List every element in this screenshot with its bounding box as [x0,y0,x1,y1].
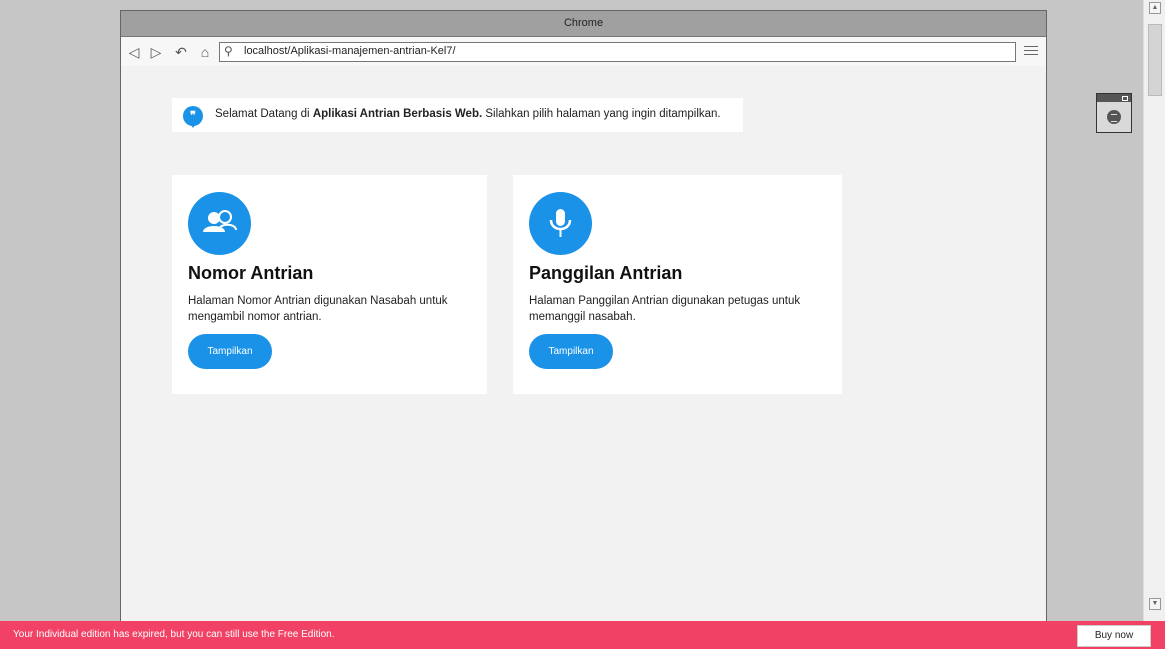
window-widget-icon[interactable] [1096,93,1132,133]
welcome-prefix: Selamat Datang di [215,108,313,120]
home-icon[interactable]: ⌂ [197,44,213,60]
card-description: Halaman Panggilan Antrian digunakan petu… [529,295,801,323]
browser-window: Chrome ◁ ▷ ↶ ⌂ ⚲ localhost/Aplikasi-mana… [120,10,1047,623]
page-content: ❞ Selamat Datang di Aplikasi Antrian Ber… [121,66,1046,622]
buy-now-button[interactable]: Buy now [1077,625,1151,647]
card-title: Nomor Antrian [188,263,314,283]
card-description: Halaman Nomor Antrian digunakan Nasabah … [188,295,448,323]
tampilkan-nomor-button[interactable]: Tampilkan [188,334,272,369]
license-notice-message: Your Individual edition has expired, but… [13,629,335,640]
scroll-up-arrow-icon[interactable]: ▲ [1149,2,1161,14]
license-notice-bar: Your Individual edition has expired, but… [0,621,1165,649]
card-nomor-antrian: Nomor Antrian Halaman Nomor Antrian digu… [172,175,487,394]
quote-icon-tail [189,122,197,128]
reload-icon[interactable]: ↶ [173,44,189,60]
forward-icon[interactable]: ▷ [148,44,164,60]
url-text: localhost/Aplikasi-manajemen-antrian-Kel… [244,45,456,57]
scroll-down-arrow-icon[interactable]: ▼ [1149,598,1161,610]
microphone-icon [529,192,592,255]
address-bar: ◁ ▷ ↶ ⌂ ⚲ localhost/Aplikasi-manajemen-a… [121,37,1046,67]
url-input[interactable]: ⚲ localhost/Aplikasi-manajemen-antrian-K… [219,42,1016,62]
vertical-scrollbar[interactable]: ▲ ▼ [1143,0,1165,621]
welcome-app-name: Aplikasi Antrian Berbasis Web. [312,108,483,120]
users-icon [188,192,251,255]
back-icon[interactable]: ◁ [126,44,142,60]
welcome-text: Selamat Datang di Aplikasi Antrian Berba… [215,108,721,120]
menu-icon[interactable] [1024,43,1038,58]
tampilkan-panggilan-button[interactable]: Tampilkan [529,334,613,369]
welcome-banner: ❞ Selamat Datang di Aplikasi Antrian Ber… [172,98,743,132]
search-icon: ⚲ [224,44,233,58]
scroll-thumb[interactable] [1148,24,1162,96]
window-title: Chrome [121,11,1046,37]
welcome-suffix: Silahkan pilih halaman yang ingin ditamp… [482,108,721,120]
card-title: Panggilan Antrian [529,263,683,283]
card-panggilan-antrian: Panggilan Antrian Halaman Panggilan Antr… [513,175,842,394]
